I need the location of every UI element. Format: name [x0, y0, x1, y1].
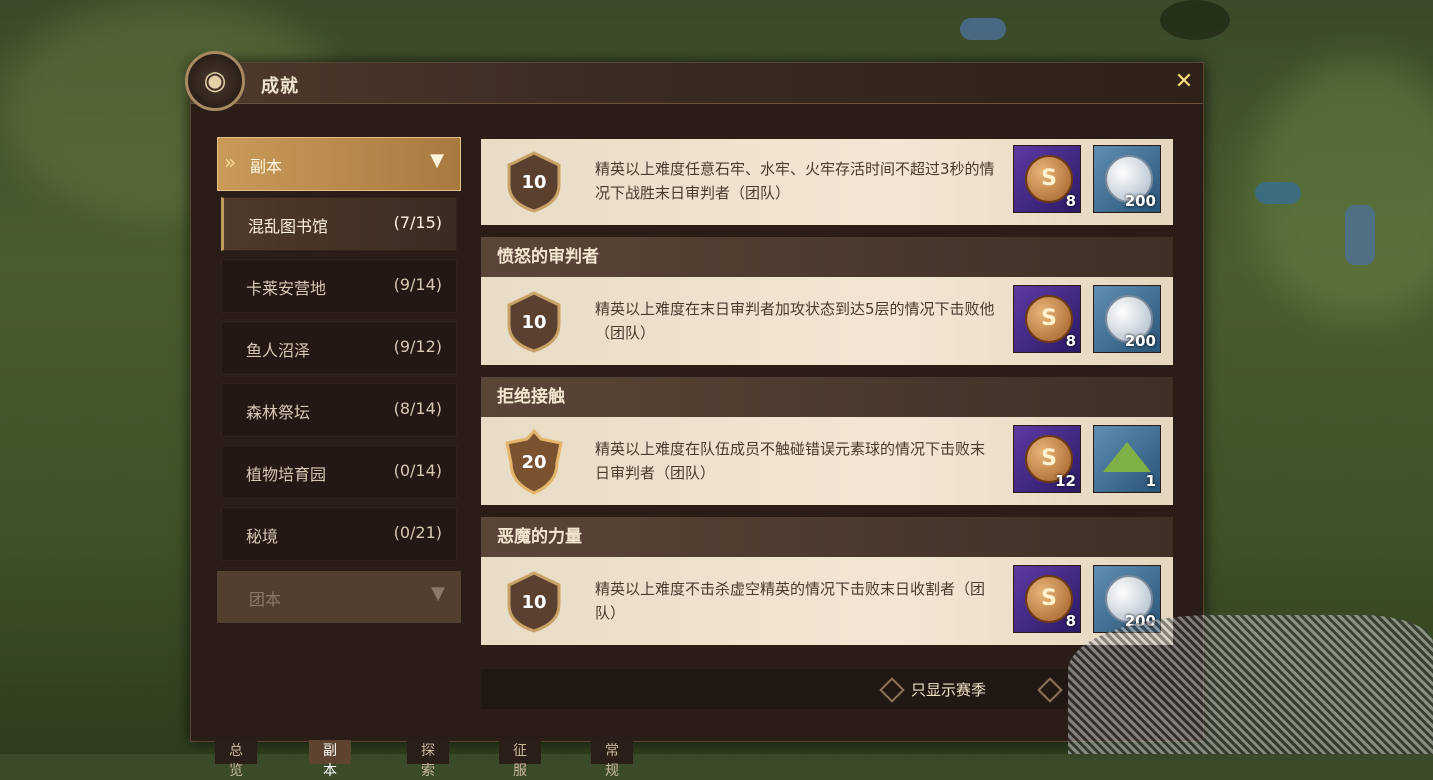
- reward-qty: 200: [1124, 192, 1156, 210]
- sidebar-item-count: (0/14): [393, 461, 442, 480]
- chevron-down-icon: ▼: [430, 150, 444, 171]
- sidebar-item-count: (0/21): [393, 523, 442, 542]
- reward-qty: 8: [1065, 612, 1076, 630]
- sidebar-item-label: 混乱图书馆: [248, 217, 329, 236]
- chevron-right-icon: »: [224, 150, 237, 174]
- category-label: 团本: [249, 590, 282, 609]
- sidebar-item-label: 卡莱安营地: [246, 279, 327, 298]
- monster: [960, 18, 1006, 40]
- sidebar-item-count: (8/14): [393, 399, 442, 418]
- tab-general[interactable]: 常规: [591, 740, 633, 779]
- tab-explore[interactable]: 探索: [407, 740, 449, 779]
- points-shield-icon: 20: [501, 429, 567, 495]
- reward-slot[interactable]: S 12: [1013, 425, 1081, 493]
- points-shield-icon: 10: [501, 569, 567, 635]
- achievement-points: 10: [521, 311, 547, 333]
- sidebar-item-label: 秘境: [246, 527, 279, 546]
- reward-qty: 8: [1065, 192, 1076, 210]
- sidebar-item[interactable]: 鱼人沼泽 (9/12): [221, 321, 457, 375]
- points-shield-icon: 10: [501, 149, 567, 215]
- achievement-points: 10: [521, 171, 547, 193]
- achievement-title: 拒绝接触: [481, 377, 1173, 417]
- sidebar-item[interactable]: 卡莱安营地 (9/14): [221, 259, 457, 313]
- achievement-card[interactable]: 10 精英以上难度不击杀虚空精英的情况下击败末日收割者（团队） S8 200: [481, 557, 1173, 645]
- achievement-desc: 精英以上难度任意石牢、水牢、火牢存活时间不超过3秒的情况下战胜末日审判者（团队）: [595, 160, 995, 202]
- filter-checkbox[interactable]: [1037, 677, 1063, 703]
- tree: [1160, 0, 1230, 40]
- achievement-title: 恶魔的力量: [481, 517, 1173, 557]
- tab-overview[interactable]: 总览: [215, 740, 257, 779]
- achievement-group: 愤怒的审判者 10 精英以上难度在末日审判者加攻状态到达5层的情况下击败他（团队…: [481, 237, 1173, 365]
- achievement-title: 愤怒的审判者: [481, 237, 1173, 277]
- sidebar-item-label: 鱼人沼泽: [246, 341, 311, 360]
- reward-slot[interactable]: S8: [1013, 565, 1081, 633]
- achievement-desc: 精英以上难度在末日审判者加攻状态到达5层的情况下击败他（团队）: [595, 300, 995, 342]
- reward-slot[interactable]: 200: [1093, 145, 1161, 213]
- achievement-points: 20: [521, 451, 547, 473]
- tab-dungeon[interactable]: 副本: [309, 740, 351, 779]
- category-label: 副本: [250, 157, 283, 176]
- reward-slot[interactable]: 200: [1093, 285, 1161, 353]
- achievement-card[interactable]: 10 精英以上难度任意石牢、水牢、火牢存活时间不超过3秒的情况下战胜末日审判者（…: [481, 139, 1173, 225]
- chevron-down-icon: ▼: [431, 583, 445, 604]
- reward-qty: 12: [1055, 472, 1076, 490]
- season-only-label: 只显示赛季: [911, 681, 987, 699]
- points-shield-icon: 10: [501, 289, 567, 355]
- sidebar-item[interactable]: 森林祭坛 (8/14): [221, 383, 457, 437]
- window-title: 成就: [261, 76, 299, 97]
- sidebar-item-count: (9/14): [393, 275, 442, 294]
- reward-slot[interactable]: S8: [1013, 285, 1081, 353]
- sidebar-item[interactable]: 植物培育园 (0/14): [221, 445, 457, 499]
- mosaic-overlay: [1068, 615, 1433, 754]
- tab-conquest[interactable]: 征服: [499, 740, 541, 779]
- achievement-desc: 精英以上难度不击杀虚空精英的情况下击败末日收割者（团队）: [595, 580, 986, 622]
- achievement-points: 10: [521, 591, 547, 613]
- achievement-card[interactable]: 20 精英以上难度在队伍成员不触碰错误元素球的情况下击败末日审判者（团队） S1…: [481, 417, 1173, 505]
- sidebar-item[interactable]: 混乱图书馆 (7/15): [221, 197, 457, 251]
- reward-slot[interactable]: S8: [1013, 145, 1081, 213]
- season-only-checkbox[interactable]: [879, 677, 905, 703]
- achievement-window: ◉ 成就 ✕ » 副本 ▼ 混乱图书馆 (7/15) 卡莱安营地 (9/14) …: [185, 51, 1204, 742]
- reward-qty: 1: [1145, 472, 1156, 490]
- reward-qty: 8: [1065, 332, 1076, 350]
- achievement-card[interactable]: 10 精英以上难度在末日审判者加攻状态到达5层的情况下击败他（团队） S8 20…: [481, 277, 1173, 365]
- category-dungeon[interactable]: » 副本 ▼: [217, 137, 461, 191]
- sidebar-item-count: (9/12): [393, 337, 442, 356]
- achievement-desc: 精英以上难度在队伍成员不触碰错误元素球的情况下击败末日审判者（团队）: [595, 440, 986, 482]
- sidebar-item[interactable]: 秘境 (0/21): [221, 507, 457, 561]
- powder-icon: [1103, 442, 1151, 472]
- sidebar: » 副本 ▼ 混乱图书馆 (7/15) 卡莱安营地 (9/14) 鱼人沼泽 (9…: [217, 137, 461, 627]
- sidebar-item-label: 森林祭坛: [246, 403, 311, 422]
- achievement-list[interactable]: 10 精英以上难度任意石牢、水牢、火牢存活时间不超过3秒的情况下战胜末日审判者（…: [481, 139, 1173, 723]
- category-raid[interactable]: 团本 ▼: [217, 571, 461, 623]
- reward-slot[interactable]: 1: [1093, 425, 1161, 493]
- achievement-group: 恶魔的力量 10 精英以上难度不击杀虚空精英的情况下击败末日收割者（团队） S8…: [481, 517, 1173, 645]
- reward-qty: 200: [1124, 332, 1156, 350]
- sidebar-item-label: 植物培育园: [246, 465, 327, 484]
- sidebar-item-count: (7/15): [393, 213, 442, 232]
- monster: [1345, 205, 1375, 265]
- title-bar: ◉ 成就 ✕: [185, 51, 1203, 111]
- close-icon[interactable]: ✕: [1171, 69, 1197, 95]
- achievement-emblem-icon: ◉: [185, 51, 245, 111]
- achievement-group: 拒绝接触 20 精英以上难度在队伍成员不触碰错误元素球的情况下击败末日审判者（团…: [481, 377, 1173, 505]
- achievement-group: 10 精英以上难度任意石牢、水牢、火牢存活时间不超过3秒的情况下战胜末日审判者（…: [481, 139, 1173, 225]
- monster: [1255, 182, 1301, 204]
